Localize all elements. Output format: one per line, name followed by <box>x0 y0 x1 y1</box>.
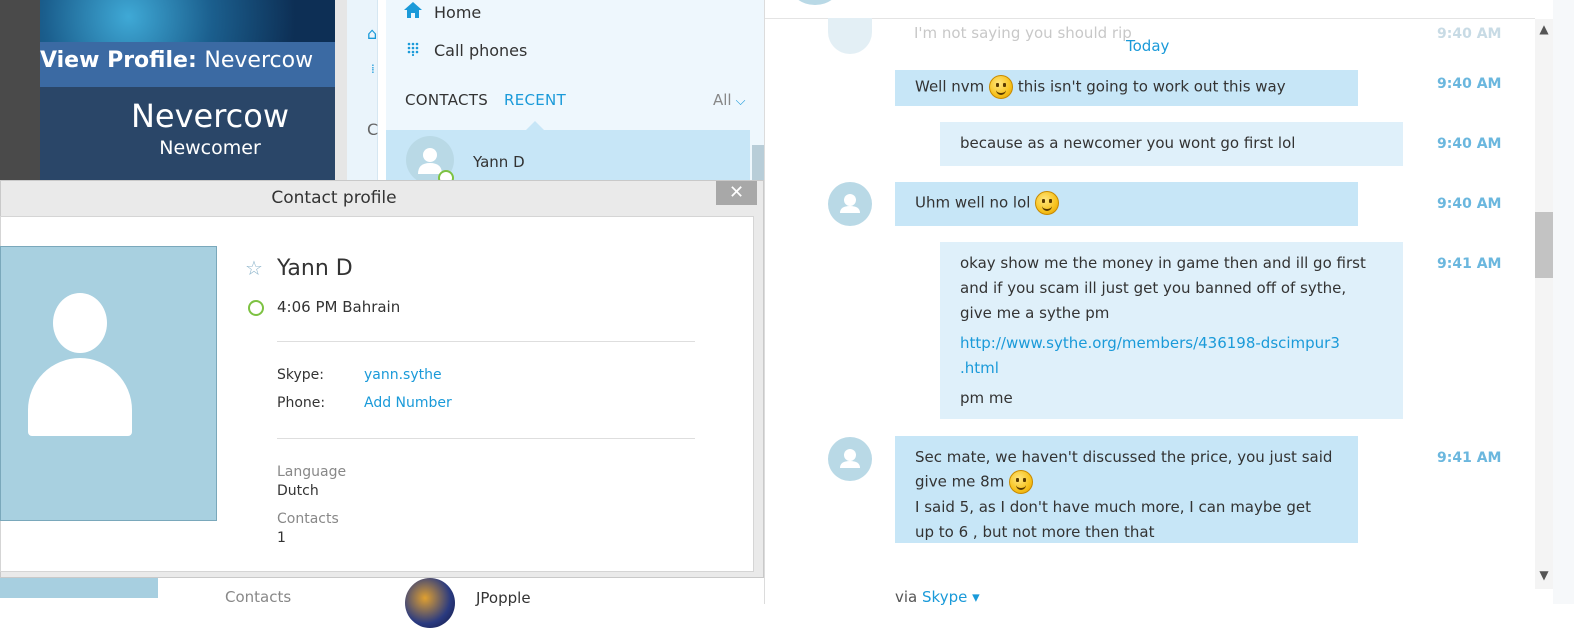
contacts-label: Contacts <box>277 511 339 527</box>
tab-pointer <box>526 121 544 130</box>
star-icon[interactable]: ☆ <box>245 256 263 280</box>
view-profile-prefix: View Profile <box>40 48 188 73</box>
message-time: 9:40 AM <box>1437 136 1502 152</box>
message-text: pm me <box>960 389 1013 407</box>
background-contacts-label: Contacts <box>225 588 292 606</box>
message-bubble[interactable]: Uhm well no lol <box>895 182 1358 226</box>
smile-emoticon-icon <box>989 75 1014 99</box>
smile-emoticon-icon <box>1035 191 1060 215</box>
nav-call-phones[interactable]: Call phones <box>404 38 527 62</box>
contact-list-panel: Home Call phones CONTACTS RECENT All ⌵ Ya… <box>386 0 764 186</box>
message-time: 9:41 AM <box>1437 450 1502 466</box>
divider <box>277 438 695 439</box>
profile-url-link[interactable]: .html <box>960 359 999 377</box>
adjacent-window-edge <box>1553 0 1574 604</box>
contact-list-scrollbar[interactable] <box>752 145 764 180</box>
dialpad-icon <box>404 40 422 61</box>
language-label: Language <box>277 464 347 480</box>
profile-url-link[interactable]: http://www.sythe.org/members/436198-dsci… <box>960 334 1340 352</box>
via-service-label: via Skype ▾ <box>895 588 980 606</box>
message-time: 9:40 AM <box>1437 76 1502 92</box>
divider <box>277 341 695 342</box>
message-time: 9:40 AM <box>1437 196 1502 212</box>
add-number-link[interactable]: Add Number <box>364 395 452 411</box>
message-time: 9:41 AM <box>1437 256 1502 272</box>
chevron-down-icon: ▾ <box>972 588 980 606</box>
home-icon <box>404 1 422 23</box>
profile-name: Yann D <box>277 256 353 281</box>
pane-divider <box>764 0 765 604</box>
home-icon[interactable]: ⌂ <box>367 24 377 43</box>
smile-emoticon-icon <box>1009 470 1034 494</box>
dialpad-icon[interactable]: ⁞ <box>371 62 375 76</box>
contact-name[interactable]: JPopple <box>476 589 531 607</box>
message-text: give me 8m <box>915 470 1034 494</box>
avatar[interactable] <box>828 437 872 481</box>
forum-username: Nevercow <box>130 97 290 135</box>
tab-contacts[interactable]: CONTACTS <box>405 91 488 109</box>
message-text: Well nvm this isn't going to work out th… <box>915 75 1286 99</box>
contacts-value: 1 <box>277 530 286 546</box>
online-status-icon <box>248 300 264 316</box>
chevron-down-icon[interactable]: ▼ <box>1535 568 1553 584</box>
message-bubble[interactable]: okay show me the money in game then and … <box>940 242 1403 419</box>
message-bubble[interactable]: because as a newcomer you wont go first … <box>940 122 1403 166</box>
forum-banner-image <box>40 0 335 42</box>
avatar <box>790 0 840 5</box>
chevron-down-icon: ⌵ <box>735 94 746 109</box>
chat-scrollbar[interactable] <box>1535 19 1553 589</box>
background-skype-sidebar: ⌂ ⁞ C <box>347 0 378 180</box>
faded-message-text: I'm not saying you should rip <box>914 24 1132 42</box>
nav-home-label: Home <box>434 2 482 22</box>
language-value: Dutch <box>277 483 319 499</box>
avatar <box>405 578 455 628</box>
faded-message-time: 9:40 AM <box>1437 26 1502 42</box>
message-text: up to 6 , but not more then that <box>915 523 1155 541</box>
phone-label: Phone: <box>277 395 326 411</box>
message-bubble[interactable]: Sec mate, we haven't discussed the price… <box>895 436 1358 543</box>
avatar-placeholder-head <box>53 293 107 353</box>
message-text: Uhm well no lol <box>915 191 1060 215</box>
message-text: give me a sythe pm <box>960 304 1110 322</box>
avatar <box>828 18 872 54</box>
date-separator: Today <box>1126 37 1170 55</box>
message-text: I said 5, as I don't have much more, I c… <box>915 498 1312 516</box>
message-text: because as a newcomer you wont go first … <box>960 134 1296 152</box>
scrollbar-thumb[interactable] <box>1535 212 1553 278</box>
filter-dropdown[interactable]: All ⌵ <box>713 91 745 109</box>
message-text: Sec mate, we haven't discussed the price… <box>915 448 1333 466</box>
skype-id-link[interactable]: yann.sythe <box>364 367 442 383</box>
window-edge <box>0 0 40 180</box>
contact-name: Yann D <box>473 153 525 171</box>
service-selector[interactable]: Skype ▾ <box>922 588 980 606</box>
partial-tab-letter: C <box>367 120 379 139</box>
message-bubble[interactable]: Well nvm this isn't going to work out th… <box>895 70 1358 106</box>
chevron-up-icon[interactable]: ▲ <box>1535 22 1553 38</box>
avatar[interactable] <box>828 182 872 226</box>
view-profile-name: Nevercow <box>204 48 314 73</box>
local-time: 4:06 PM Bahrain <box>277 298 401 316</box>
view-profile-heading: View Profile: Nevercow <box>40 48 314 73</box>
chat-header-border <box>765 18 1535 19</box>
forum-panel-bottom <box>0 578 158 598</box>
window-gap <box>335 0 347 180</box>
forum-rank: Newcomer <box>159 137 261 159</box>
close-icon[interactable]: ✕ <box>716 181 757 205</box>
message-text: and if you scam ill just get you banned … <box>960 279 1347 297</box>
tab-recent[interactable]: RECENT <box>504 91 566 109</box>
nav-home[interactable]: Home <box>404 0 481 24</box>
skype-label: Skype: <box>277 367 324 383</box>
filter-label: All <box>713 91 732 109</box>
dialog-title: Contact profile <box>271 188 397 208</box>
nav-call-phones-label: Call phones <box>434 40 528 60</box>
message-text: okay show me the money in game then and … <box>960 254 1366 272</box>
